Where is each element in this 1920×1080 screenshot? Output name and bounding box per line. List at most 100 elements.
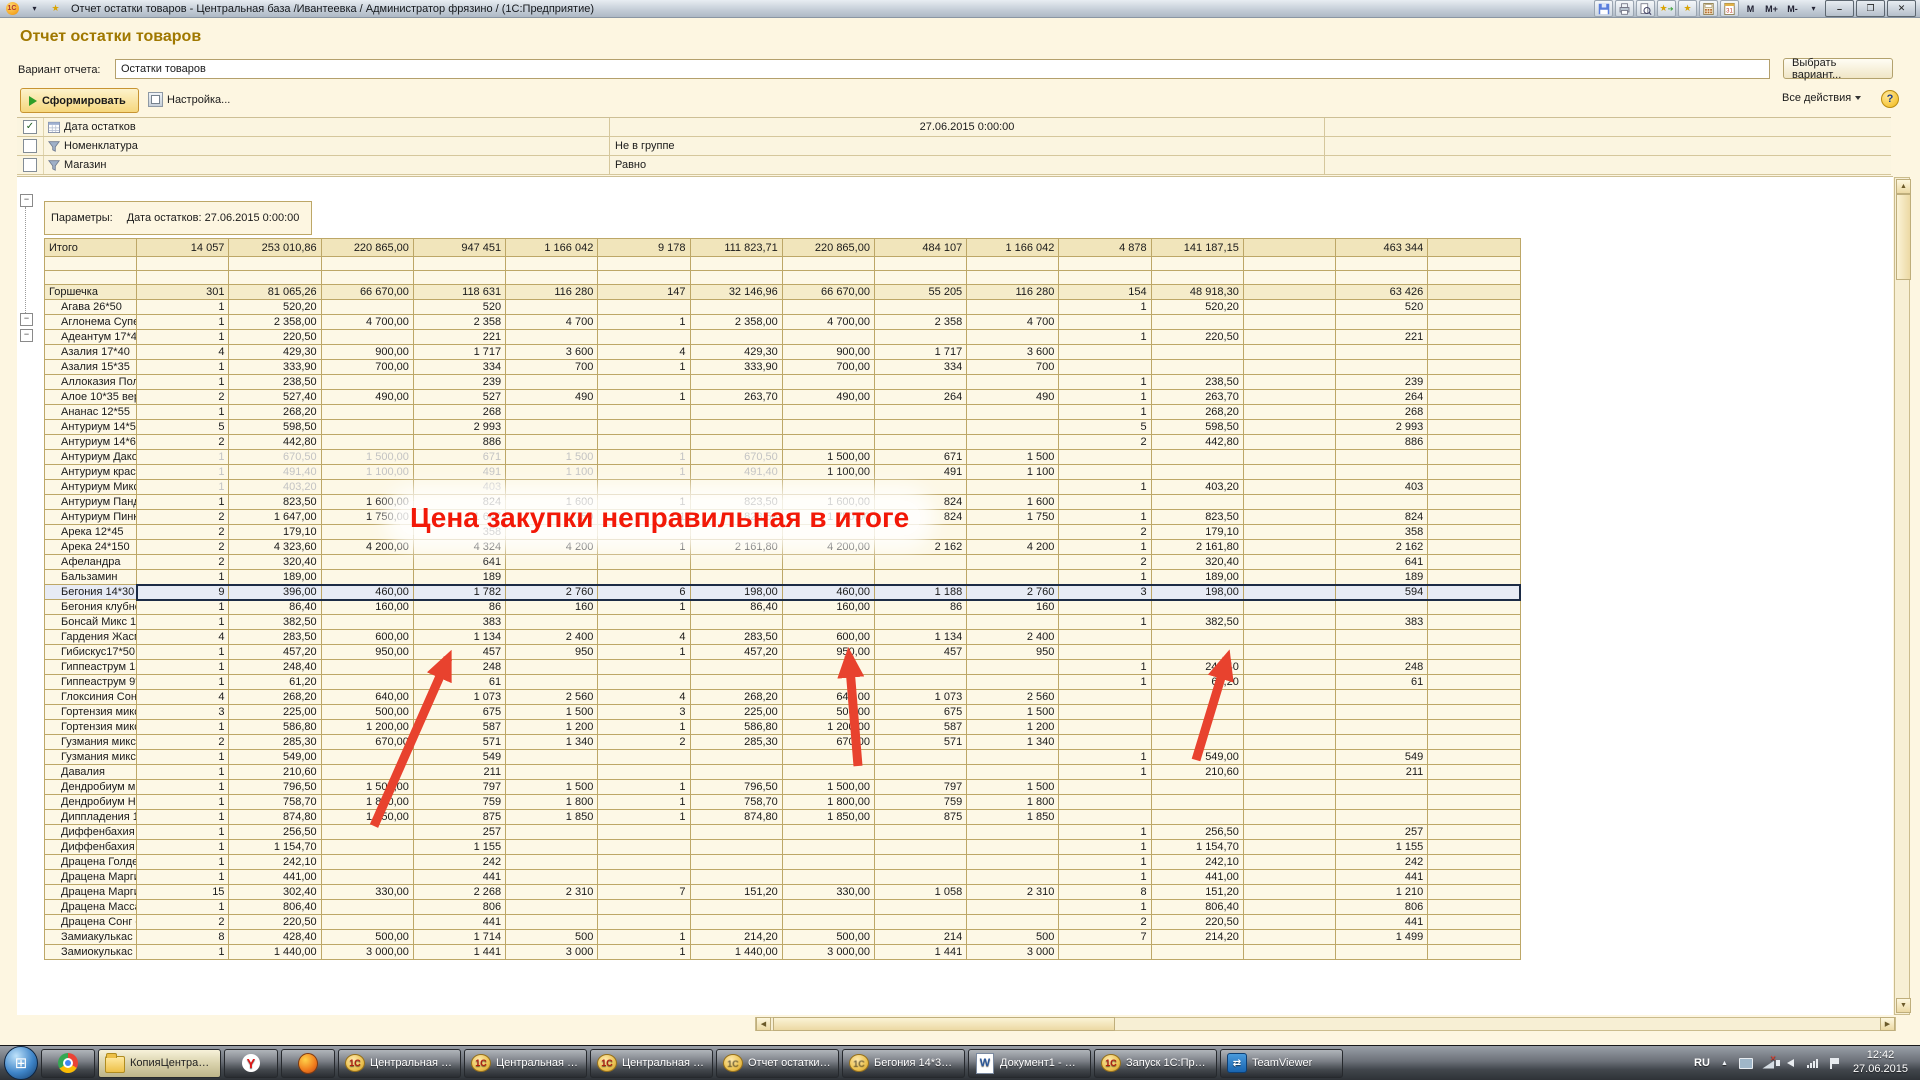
value-cell[interactable] [1243,795,1335,810]
row-name-cell[interactable]: Арека 24*150 [45,540,137,555]
value-cell[interactable]: 4 200 [967,540,1059,555]
value-cell[interactable]: 1 500,00 [321,450,413,465]
value-cell[interactable] [1428,795,1520,810]
filter-extra-cell[interactable] [1324,118,1891,136]
value-cell[interactable]: 700,00 [782,360,874,375]
value-cell[interactable]: 1 441 [413,945,505,960]
value-cell[interactable]: 1 499 [1336,930,1428,945]
value-cell[interactable]: 1 [137,810,229,825]
value-cell[interactable]: 4 700 [506,315,598,330]
value-cell[interactable]: 189,00 [1151,570,1243,585]
value-cell[interactable] [690,675,782,690]
value-cell[interactable]: 1 [598,795,690,810]
value-cell[interactable] [321,855,413,870]
value-cell[interactable]: 160,00 [321,600,413,615]
vertical-scrollbar[interactable]: ▲ ▼ [1894,177,1910,1015]
value-cell[interactable] [598,480,690,495]
value-cell[interactable]: 586,80 [229,720,321,735]
value-cell[interactable]: 549,00 [229,750,321,765]
value-cell[interactable]: 268 [413,405,505,420]
value-cell[interactable] [690,660,782,675]
value-cell[interactable]: 2 560 [967,690,1059,705]
value-cell[interactable] [1336,345,1428,360]
value-cell[interactable] [1428,750,1520,765]
value-cell[interactable]: 460,00 [782,585,874,600]
value-cell[interactable]: 700 [506,360,598,375]
value-cell[interactable]: 1 [137,840,229,855]
value-cell[interactable] [967,840,1059,855]
value-cell[interactable]: 116 280 [967,285,1059,300]
value-cell[interactable]: 1 [137,570,229,585]
value-cell[interactable]: 9 178 [598,239,690,257]
value-cell[interactable]: 1 [137,615,229,630]
value-cell[interactable]: 55 205 [874,285,966,300]
row-name-cell[interactable]: Диффенбахия Самма Стайл 19*65 [45,825,137,840]
filter-value[interactable]: Не в группе [609,137,1324,155]
value-cell[interactable] [874,420,966,435]
value-cell[interactable] [413,257,505,271]
value-cell[interactable] [782,750,874,765]
value-cell[interactable] [321,555,413,570]
value-cell[interactable] [1336,705,1428,720]
value-cell[interactable]: 874,80 [229,810,321,825]
clock[interactable]: 12:42 27.06.2015 [1853,1049,1908,1077]
value-cell[interactable]: 806,40 [1151,900,1243,915]
print-icon[interactable] [1615,0,1634,17]
collapse-section-button[interactable]: − [20,194,33,207]
value-cell[interactable] [690,615,782,630]
value-cell[interactable]: 3 000 [506,945,598,960]
value-cell[interactable] [321,420,413,435]
value-cell[interactable]: 1 [1059,540,1151,555]
value-cell[interactable]: 875 [874,810,966,825]
value-cell[interactable]: 1 [598,945,690,960]
choose-variant-button[interactable]: Выбрать вариант... [1783,58,1893,79]
value-cell[interactable] [1336,720,1428,735]
value-cell[interactable]: 2 400 [506,630,598,645]
value-cell[interactable] [1428,645,1520,660]
value-cell[interactable] [690,855,782,870]
row-name-cell[interactable]: Гардения Жасминовидная 13*30 [45,630,137,645]
value-cell[interactable]: 1 440,00 [229,945,321,960]
row-name-cell[interactable]: Диффенбахия Супер Тропик 24*100 [45,840,137,855]
value-cell[interactable]: 463 344 [1336,239,1428,257]
value-cell[interactable] [967,825,1059,840]
scroll-left-icon[interactable]: ◀ [756,1017,771,1031]
value-cell[interactable]: 1 600 [967,495,1059,510]
variant-input[interactable]: Остатки товаров [115,59,1770,79]
value-cell[interactable]: 1 [137,495,229,510]
value-cell[interactable]: 442,80 [1151,435,1243,450]
value-cell[interactable] [1336,600,1428,615]
value-cell[interactable]: 2 [137,540,229,555]
value-cell[interactable] [1243,930,1335,945]
value-cell[interactable]: 61 [413,675,505,690]
value-cell[interactable]: 2 358,00 [229,315,321,330]
value-cell[interactable]: 520 [413,300,505,315]
value-cell[interactable] [1151,690,1243,705]
value-cell[interactable]: 1 [137,300,229,315]
value-cell[interactable] [598,405,690,420]
value-cell[interactable]: 268 [1336,405,1428,420]
value-cell[interactable] [1151,705,1243,720]
value-cell[interactable] [1243,420,1335,435]
value-cell[interactable] [1059,465,1151,480]
value-cell[interactable] [874,555,966,570]
value-cell[interactable]: 1 850 [506,810,598,825]
value-cell[interactable] [1428,510,1520,525]
value-cell[interactable]: 4 200,00 [782,540,874,555]
value-cell[interactable]: 5 [137,420,229,435]
value-cell[interactable] [782,675,874,690]
value-cell[interactable] [1243,405,1335,420]
value-cell[interactable]: 238,50 [229,375,321,390]
m-plus-button[interactable]: M+ [1762,0,1781,17]
value-cell[interactable] [967,555,1059,570]
value-cell[interactable]: 210,60 [1151,765,1243,780]
value-cell[interactable]: 256,50 [229,825,321,840]
value-cell[interactable] [967,615,1059,630]
value-cell[interactable]: 61,20 [1151,675,1243,690]
value-cell[interactable]: 189 [1336,570,1428,585]
minimize-button[interactable]: – [1825,0,1854,17]
value-cell[interactable]: 950,00 [782,645,874,660]
value-cell[interactable] [690,480,782,495]
value-cell[interactable] [1428,420,1520,435]
value-cell[interactable]: 1 500 [967,450,1059,465]
